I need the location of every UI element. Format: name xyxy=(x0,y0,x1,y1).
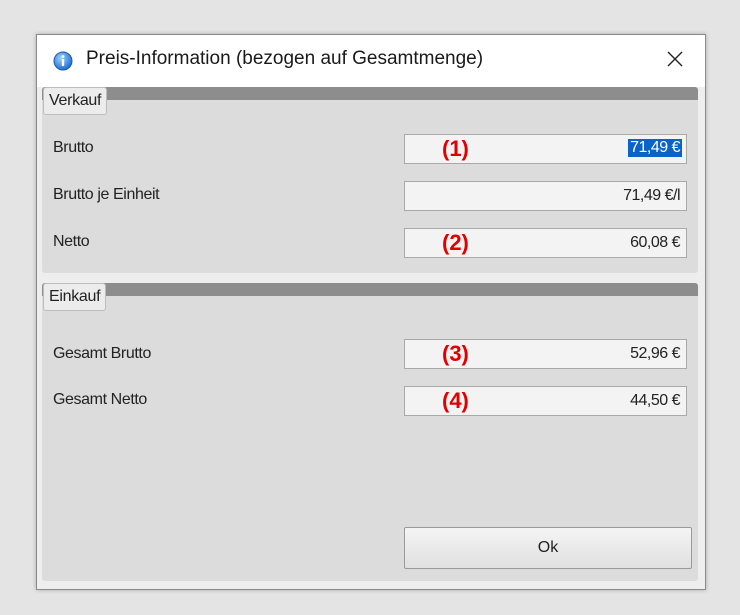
price-info-dialog: Preis-Information (bezogen auf Gesamtmen… xyxy=(36,34,706,590)
gesamt-netto-value: 44,50 € xyxy=(630,392,680,409)
gesamt-netto-field[interactable]: (4) 44,50 € xyxy=(404,386,687,416)
gesamt-brutto-field[interactable]: (3) 52,96 € xyxy=(404,339,687,369)
einkauf-group-header: Einkauf xyxy=(43,283,107,311)
brutto-je-einheit-field[interactable]: 71,49 €/l xyxy=(404,181,687,211)
marker-3: (3) xyxy=(442,341,469,366)
brutto-field[interactable]: (1) 71,49 € xyxy=(404,134,687,164)
netto-value: 60,08 € xyxy=(630,234,680,251)
brutto-value: 71,49 € xyxy=(628,139,682,157)
marker-4: (4) xyxy=(442,388,469,413)
marker-2: (2) xyxy=(442,230,469,255)
verkauf-group: Verkauf Brutto (1) 71,49 € Brutto je Ein… xyxy=(42,87,698,273)
window-title: Preis-Information (bezogen auf Gesamtmen… xyxy=(86,48,484,69)
gesamt-netto-label: Gesamt Netto xyxy=(53,391,147,408)
marker-1: (1) xyxy=(442,136,469,161)
brutto-je-einheit-label: Brutto je Einheit xyxy=(53,186,160,203)
verkauf-group-header: Verkauf xyxy=(43,87,108,115)
info-icon xyxy=(53,51,73,71)
title-bar: Preis-Information (bezogen auf Gesamtmen… xyxy=(37,35,705,87)
brutto-label: Brutto xyxy=(53,139,94,156)
close-button[interactable] xyxy=(653,41,697,81)
brutto-je-einheit-value: 71,49 €/l xyxy=(623,187,680,204)
close-icon xyxy=(667,51,683,72)
netto-label: Netto xyxy=(53,233,90,250)
ok-button[interactable]: Ok xyxy=(404,527,692,569)
gesamt-brutto-label: Gesamt Brutto xyxy=(53,345,151,362)
gesamt-brutto-value: 52,96 € xyxy=(630,345,680,362)
netto-field[interactable]: (2) 60,08 € xyxy=(404,228,687,258)
